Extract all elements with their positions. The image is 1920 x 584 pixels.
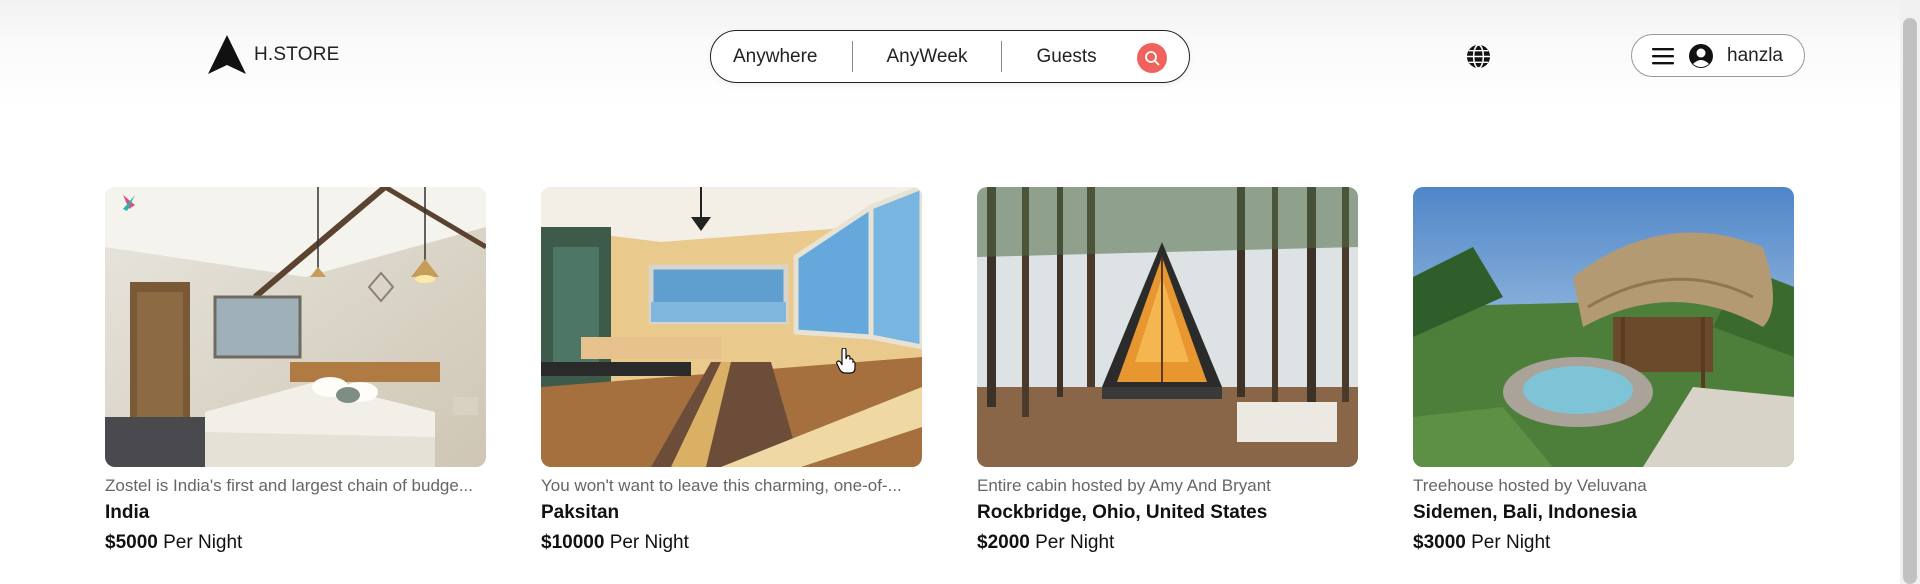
triangle-logo-icon — [208, 35, 246, 74]
search-button[interactable] — [1137, 43, 1167, 73]
listing-price-amount: $5000 — [105, 532, 158, 553]
listing-description: Treehouse hosted by Veluvana — [1413, 476, 1647, 495]
search-location[interactable]: Anywhere — [711, 46, 852, 68]
scrollbar-thumb[interactable] — [1903, 18, 1917, 584]
listing-price-amount: $3000 — [1413, 532, 1466, 553]
listing-price-suffix: Per Night — [163, 532, 243, 553]
top-navbar: H.STORE Anywhere AnyWeek Guests hanzla — [0, 0, 1900, 112]
listing-price: $5000 Per Night — [105, 532, 486, 554]
brand-name: H.STORE — [254, 44, 340, 65]
search-guests[interactable]: Guests — [1002, 46, 1130, 68]
listing-card[interactable]: Entire cabin hosted by Amy And Bryant Ro… — [977, 187, 1358, 554]
listing-card[interactable]: Treehouse hosted by Veluvana Sidemen, Ba… — [1413, 187, 1794, 554]
listing-price: $10000 Per Night — [541, 532, 922, 554]
listing-image[interactable] — [1413, 187, 1794, 467]
listing-location: Paksitan — [541, 502, 620, 523]
search-icon — [1145, 51, 1160, 66]
listings-grid: Zostel is India's first and largest chai… — [105, 187, 1794, 554]
user-circle-icon — [1689, 43, 1713, 68]
listing-price-suffix: Per Night — [1471, 532, 1551, 553]
listing-card[interactable]: You won't want to leave this charming, o… — [541, 187, 922, 554]
globe-icon[interactable] — [1465, 43, 1492, 70]
listing-image[interactable] — [105, 187, 486, 467]
listing-price: $3000 Per Night — [1413, 532, 1794, 554]
listing-price-suffix: Per Night — [609, 532, 689, 553]
listing-description: Zostel is India's first and largest chai… — [105, 476, 473, 495]
user-name: hanzla — [1727, 44, 1783, 66]
listing-card[interactable]: Zostel is India's first and largest chai… — [105, 187, 486, 554]
brand-logo[interactable]: H.STORE — [206, 34, 340, 76]
listing-description: Entire cabin hosted by Amy And Bryant — [977, 476, 1271, 495]
listing-location: Sidemen, Bali, Indonesia — [1413, 502, 1637, 523]
listing-price-amount: $2000 — [977, 532, 1030, 553]
listing-location: India — [105, 502, 150, 523]
listing-price: $2000 Per Night — [977, 532, 1358, 554]
listing-image[interactable] — [541, 187, 922, 467]
search-bar[interactable]: Anywhere AnyWeek Guests — [710, 30, 1190, 83]
listing-image[interactable] — [977, 187, 1358, 467]
search-dates[interactable]: AnyWeek — [853, 46, 1002, 68]
listing-price-amount: $10000 — [541, 532, 605, 553]
listing-price-suffix: Per Night — [1035, 532, 1115, 553]
user-menu-button[interactable]: hanzla — [1631, 34, 1805, 77]
hamburger-menu-icon — [1652, 47, 1674, 64]
listing-description: You won't want to leave this charming, o… — [541, 476, 902, 495]
listing-location: Rockbridge, Ohio, United States — [977, 502, 1268, 523]
